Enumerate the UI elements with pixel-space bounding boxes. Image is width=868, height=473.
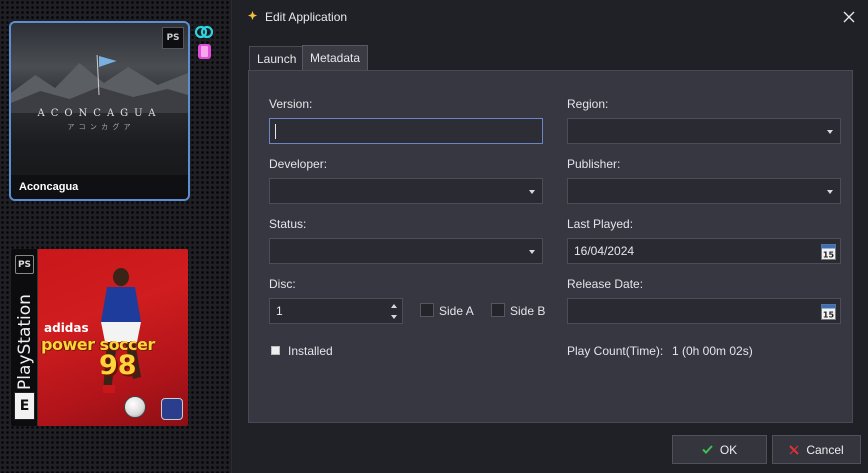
- last-played-date-picker[interactable]: 16/04/2024 15: [567, 238, 841, 264]
- text-cursor: [275, 124, 276, 139]
- version-label: Version:: [269, 97, 313, 111]
- last-played-label: Last Played:: [567, 217, 634, 231]
- chevron-down-icon: [391, 314, 397, 319]
- chevron-down-icon: [529, 250, 535, 254]
- chevron-down-icon: [827, 130, 833, 134]
- close-icon: [843, 11, 855, 23]
- playstation-logo-icon: PS: [162, 27, 184, 49]
- region-dropdown[interactable]: [567, 118, 841, 144]
- close-button[interactable]: [838, 6, 860, 28]
- soccer-ball-icon: [124, 396, 146, 418]
- cancel-x-icon: [789, 444, 800, 455]
- side-b-checkbox[interactable]: [491, 303, 505, 317]
- status-label: Status:: [269, 217, 307, 231]
- spin-down-button[interactable]: [387, 311, 401, 322]
- game-card-power-soccer[interactable]: PS PlayStation E adidas power soccer 98: [11, 249, 188, 426]
- chevron-up-icon: [391, 303, 397, 308]
- game-card-caption: Aconcagua: [11, 175, 188, 199]
- developer-label: Developer:: [269, 157, 328, 171]
- tab-launch[interactable]: Launch: [249, 46, 305, 71]
- side-b-label: Side B: [510, 304, 546, 318]
- esrb-rating-badge: E: [14, 392, 35, 420]
- cancel-button-label: Cancel: [806, 442, 844, 457]
- version-input[interactable]: [269, 118, 543, 144]
- calendar-day-text: 15: [823, 251, 835, 260]
- ok-button-label: OK: [719, 442, 738, 457]
- calendar-day-text: 15: [823, 311, 835, 320]
- bookmark-icon[interactable]: [196, 43, 214, 59]
- installed-label: Installed: [288, 344, 333, 358]
- chevron-down-icon: [529, 190, 535, 194]
- publisher-label: Publisher:: [567, 157, 621, 171]
- metadata-panel: Version: Region: Developer: Publisher: S…: [248, 70, 853, 423]
- cover-subtitle: ア コ ン カ グ ア: [67, 123, 132, 131]
- play-count-label: Play Count(Time):: [567, 344, 664, 358]
- link-icon[interactable]: [195, 24, 213, 40]
- publisher-dropdown[interactable]: [567, 178, 841, 204]
- game-card-aconcagua[interactable]: PS ACONCAGUA ア コ ン カ グ ア Aconcagua: [9, 21, 190, 201]
- play-count-value: 1 (0h 00m 02s): [672, 344, 753, 358]
- checkmark-icon: [702, 445, 713, 454]
- dialog-titlebar[interactable]: Edit Application: [233, 0, 868, 34]
- mountain-cover-art: [11, 54, 188, 113]
- cover-title: ACONCAGUA: [37, 108, 162, 119]
- dialog-title: Edit Application: [265, 10, 348, 24]
- region-label: Region:: [567, 97, 609, 111]
- status-dropdown[interactable]: [269, 238, 543, 264]
- disc-label: Disc:: [269, 277, 296, 291]
- developer-dropdown[interactable]: [269, 178, 543, 204]
- disc-value: 1: [276, 304, 283, 318]
- cover-spine: PS PlayStation E: [11, 249, 38, 426]
- edit-application-dialog: Edit Application Launch Metadata Version…: [233, 0, 868, 473]
- spin-up-button[interactable]: [387, 300, 401, 311]
- calendar-icon[interactable]: 15: [821, 243, 836, 260]
- ok-button[interactable]: OK: [672, 435, 767, 464]
- release-date-picker[interactable]: 15: [567, 298, 841, 324]
- release-date-label: Release Date:: [567, 277, 644, 291]
- disc-spinner[interactable]: 1: [269, 298, 403, 324]
- game-library-panel: PS ACONCAGUA ア コ ン カ グ ア Aconcagua PS Pl…: [0, 0, 232, 473]
- calendar-icon[interactable]: 15: [821, 303, 836, 320]
- side-a-label: Side A: [439, 304, 474, 318]
- last-played-value: 16/04/2024: [574, 244, 635, 258]
- installed-checkbox[interactable]: [271, 346, 280, 355]
- app-icon: [248, 11, 257, 20]
- brand-logo-text: adidas: [44, 321, 89, 335]
- chevron-down-icon: [827, 190, 833, 194]
- cover-year: 98: [99, 350, 137, 381]
- federation-badge-icon: [161, 398, 183, 420]
- tab-metadata[interactable]: Metadata: [302, 45, 369, 71]
- cancel-button[interactable]: Cancel: [772, 435, 861, 464]
- side-a-checkbox[interactable]: [420, 303, 434, 317]
